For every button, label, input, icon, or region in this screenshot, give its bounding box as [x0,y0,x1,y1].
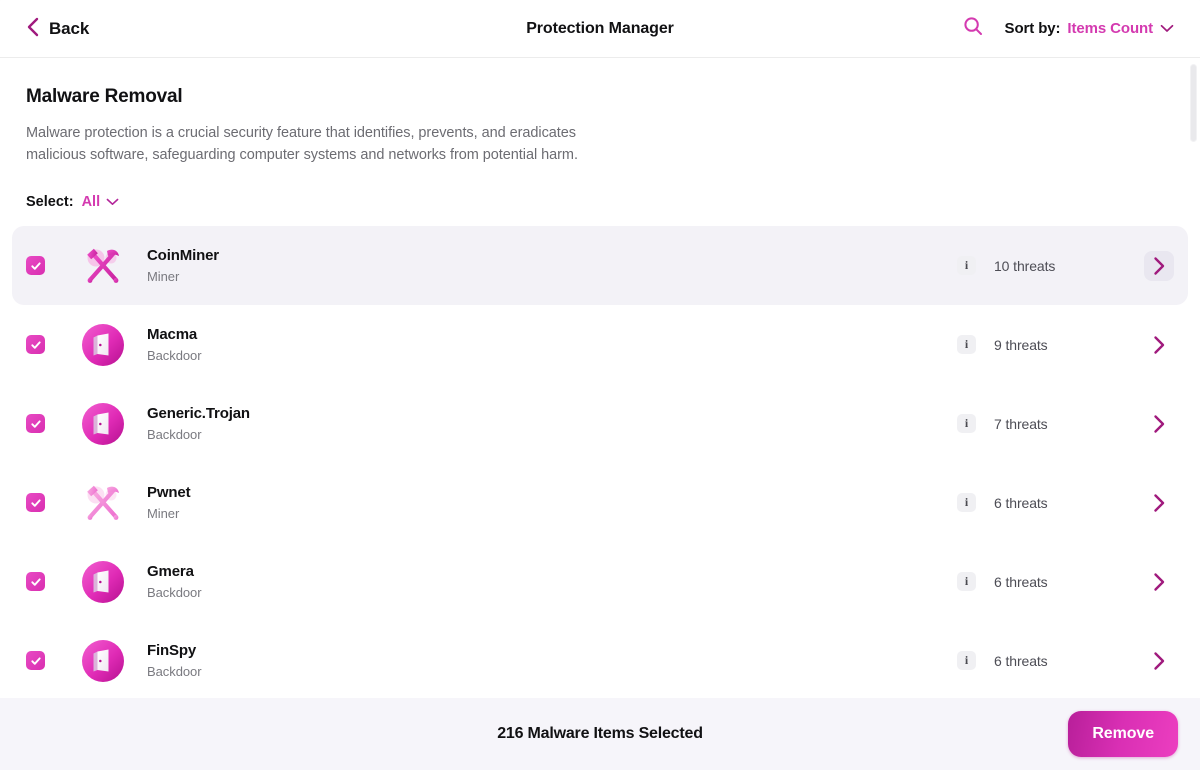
malware-list: CoinMiner Miner i 10 threats Macma Backdoor i 9… [0,226,1200,700]
threat-count: 6 threats [994,573,1048,590]
row-actions: i 6 threats [957,488,1188,518]
scrollbar-track[interactable] [1190,64,1198,760]
row-actions: i 7 threats [957,409,1188,439]
miner-icon [80,480,126,526]
malware-row[interactable]: CoinMiner Miner i 10 threats [12,226,1188,305]
info-icon[interactable]: i [957,651,976,670]
search-icon[interactable] [963,16,983,41]
row-checkbox[interactable] [26,335,45,354]
threat-count: 7 threats [994,415,1048,432]
desktop-backdrop: Back Protection Manager Sort by: Items C… [0,0,1200,770]
back-label: Back [49,18,90,38]
malware-row[interactable]: Generic.Trojan Backdoor i 7 threats [12,384,1188,463]
chevron-right-icon[interactable] [1144,646,1174,676]
backdoor-icon [80,638,126,684]
row-actions: i 6 threats [957,646,1188,676]
content-area: Malware Removal Malware protection is a … [0,58,1200,766]
chevron-down-icon [1160,24,1174,33]
malware-type: Backdoor [147,427,202,442]
malware-row[interactable]: FinSpy Backdoor i 6 threats [12,621,1188,700]
remove-button[interactable]: Remove [1068,711,1178,757]
malware-name: Macma [147,326,198,343]
miner-icon [80,243,126,289]
row-checkbox[interactable] [26,572,45,591]
malware-type: Backdoor [147,348,202,363]
malware-type: Miner [147,506,180,521]
row-actions: i 6 threats [957,567,1188,597]
back-button[interactable]: Back [26,17,89,40]
malware-row[interactable]: Gmera Backdoor i 6 threats [12,542,1188,621]
row-checkbox[interactable] [26,493,45,512]
threat-count: 10 threats [994,257,1056,274]
selection-status: 216 Malware Items Selected [497,725,703,742]
app-window: Back Protection Manager Sort by: Items C… [0,0,1200,770]
select-filter-row: Select: All [26,194,1200,210]
malware-info: Pwnet Miner [147,484,191,521]
backdoor-icon [80,559,126,605]
malware-info: Macma Backdoor [147,326,202,363]
chevron-right-icon[interactable] [1144,567,1174,597]
section-description: Malware protection is a crucial security… [26,125,578,163]
row-actions: i 10 threats [957,250,1188,281]
malware-name: CoinMiner [147,247,219,264]
malware-info: FinSpy Backdoor [147,642,202,679]
header-actions: Sort by: Items Count [963,16,1174,41]
select-dropdown[interactable]: All [82,194,120,210]
info-icon[interactable]: i [957,493,976,512]
malware-name: Gmera [147,563,194,580]
info-icon[interactable]: i [957,335,976,354]
sort-by-label: Sort by: [1004,20,1061,37]
malware-type: Miner [147,269,180,284]
select-value: All [81,194,101,210]
malware-info: Gmera Backdoor [147,563,202,600]
backdoor-icon [80,401,126,447]
row-checkbox[interactable] [26,256,45,275]
chevron-right-icon[interactable] [1144,330,1174,360]
chevron-right-icon[interactable] [1144,250,1174,281]
malware-info: CoinMiner Miner [147,247,219,284]
chevron-left-icon [26,17,39,40]
chevron-down-icon [106,198,119,206]
row-checkbox[interactable] [26,651,45,670]
info-icon[interactable]: i [957,572,976,591]
section-title: Malware Removal [26,86,183,107]
backdoor-icon [80,322,126,368]
bottom-action-bar: 216 Malware Items Selected Remove [0,698,1200,770]
threat-count: 6 threats [994,652,1048,669]
malware-row[interactable]: Pwnet Miner i 6 threats [12,463,1188,542]
malware-name: Generic.Trojan [147,405,250,422]
malware-info: Generic.Trojan Backdoor [147,405,250,442]
chevron-right-icon[interactable] [1144,409,1174,439]
sort-by-value: Items Count [1067,20,1153,37]
app-header: Back Protection Manager Sort by: Items C… [0,0,1200,58]
scrollbar-thumb[interactable] [1190,64,1197,142]
chevron-right-icon[interactable] [1144,488,1174,518]
select-label: Select: [26,194,74,210]
sort-by-control[interactable]: Sort by: Items Count [1005,20,1174,37]
malware-name: Pwnet [147,484,191,501]
row-actions: i 9 threats [957,330,1188,360]
row-checkbox[interactable] [26,414,45,433]
info-icon[interactable]: i [957,414,976,433]
malware-row[interactable]: Macma Backdoor i 9 threats [12,305,1188,384]
threat-count: 6 threats [994,494,1048,511]
malware-name: FinSpy [147,642,197,659]
malware-type: Backdoor [147,585,202,600]
info-icon[interactable]: i [957,256,976,275]
malware-type: Backdoor [147,664,202,679]
threat-count: 9 threats [994,336,1048,353]
